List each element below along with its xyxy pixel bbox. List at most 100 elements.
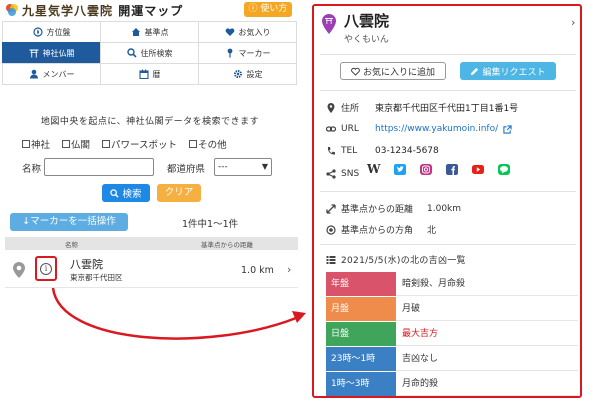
shrine-pin-icon (322, 14, 336, 34)
resize-arrows-icon (326, 203, 336, 214)
row-value: 月命的殺 (396, 372, 578, 396)
phone-icon (327, 147, 335, 155)
search-icon (110, 188, 120, 198)
table-row: 日盤 最大吉方 (326, 322, 578, 347)
row-value: 暗剣殺、月命殺 (396, 272, 578, 296)
category-powerspot-checkbox[interactable]: パワースポット (102, 137, 177, 151)
bulk-marker-button[interactable]: ↓マーカーを一括操作 (10, 213, 128, 231)
facebook-icon[interactable] (446, 164, 459, 175)
clear-button[interactable]: クリア (157, 184, 201, 202)
name-label: 名称 (22, 164, 42, 175)
info-button-highlight[interactable]: i (35, 256, 57, 281)
nav-base-point[interactable]: 基準点 (100, 21, 199, 43)
share-icon (326, 169, 336, 179)
tel-value[interactable]: 03-1234-5678 (375, 146, 439, 156)
direction-icon (326, 224, 336, 235)
row-value: 最大吉方 (396, 322, 578, 346)
nav-shrines-temples[interactable]: 神社仏閣 (2, 42, 101, 64)
nav-label: 暦 (152, 69, 161, 79)
direction-row: 基準点からの方角 北 (326, 223, 436, 236)
twitter-icon[interactable] (394, 164, 407, 175)
line-icon[interactable] (498, 164, 511, 175)
address-row: 住所 東京都千代田区千代田1丁目1番1号 (326, 101, 518, 114)
url-link[interactable]: https://www.yakumoin.info/ (375, 124, 498, 134)
search-icon (126, 48, 137, 58)
distance-row: 基準点からの距離 1.00km (326, 202, 461, 215)
category-shrine-checkbox[interactable]: 神社 (22, 137, 50, 151)
nav-label: 住所検索 (140, 48, 173, 58)
nav-compass[interactable]: 方位盤 (2, 21, 101, 43)
youtube-icon[interactable] (472, 164, 485, 175)
divider (320, 244, 576, 245)
row-key: 23時〜1時 (326, 347, 396, 371)
search-description: 地図中央を起点に、神社仏閣データを検索できます (40, 117, 260, 127)
direction-value: 北 (427, 226, 437, 236)
gear-icon (233, 70, 242, 78)
heart-outline-icon (351, 67, 360, 76)
divider (320, 90, 576, 91)
sns-icons: W (367, 163, 511, 175)
app-logo-icon (6, 4, 18, 16)
map-pin-icon (13, 262, 25, 278)
prefecture-label: 都道府県 (167, 164, 206, 175)
place-reading: やくもいん (344, 35, 389, 45)
result-count: 1件中1〜1件 (182, 219, 239, 230)
compass-icon (32, 27, 43, 37)
heart-icon (225, 28, 234, 36)
calendar-icon (138, 69, 149, 79)
nav-label: 神社仏閣 (42, 48, 75, 58)
app-header: 九星気学八雲院 開運マップ ⓘ 使い方 (0, 0, 300, 20)
table-row: 23時〜1時 吉凶なし (326, 347, 578, 372)
location-icon (327, 102, 335, 113)
nav-address-search[interactable]: 住所検索 (100, 42, 199, 64)
url-row: URL https://www.yakumoin.info/ (326, 124, 512, 134)
nav-settings[interactable]: 設定 (198, 63, 297, 85)
nav-members[interactable]: メンバー (2, 63, 101, 85)
usage-button[interactable]: ⓘ 使い方 (244, 2, 292, 17)
row-key: 1時〜3時 (326, 372, 396, 396)
torii-icon (29, 49, 38, 58)
instagram-icon[interactable] (420, 164, 433, 175)
category-other-checkbox[interactable]: その他 (189, 137, 227, 151)
result-name: 八雲院 (70, 258, 103, 271)
add-favorite-button[interactable]: お気に入りに追加 (340, 62, 446, 80)
pencil-icon (471, 67, 479, 75)
row-key: 日盤 (326, 322, 396, 346)
search-button[interactable]: 検索 (102, 184, 150, 202)
row-value: 吉凶なし (396, 347, 578, 371)
chevron-down-icon: ▼ (261, 162, 268, 171)
info-icon: i (40, 263, 52, 275)
nav-markers[interactable]: マーカー (198, 42, 297, 64)
row-key: 年盤 (326, 272, 396, 296)
tel-row: TEL 03-1234-5678 (326, 146, 439, 156)
external-link-icon[interactable] (503, 124, 512, 134)
name-input[interactable] (44, 158, 154, 176)
table-row: 月盤 月破 (326, 297, 578, 322)
nav-favorites[interactable]: お気入り (198, 21, 297, 43)
nav-calendar[interactable]: 暦 (100, 63, 199, 85)
row-key: 月盤 (326, 297, 396, 321)
result-row[interactable]: i 八雲院 東京都千代田区 1.0 km › (5, 252, 298, 288)
chevron-right-icon[interactable]: › (571, 16, 575, 29)
user-icon (29, 69, 38, 79)
distance-value: 1.00km (427, 203, 462, 214)
fortune-table-title: 2021/5/5(水)の北の吉凶一覧 (326, 253, 466, 266)
place-title: 八雲院 (344, 12, 390, 30)
nav-label: お気入り (238, 27, 271, 37)
chevron-right-icon: › (287, 263, 292, 276)
divider (320, 191, 576, 192)
main-nav: 方位盤 基準点 お気入り 神社仏閣 住所検索 マーカー メンバー 暦 設定 (2, 21, 297, 85)
nav-label: マーカー (238, 48, 271, 58)
wordpress-icon[interactable]: W (367, 163, 380, 175)
divider (320, 54, 576, 55)
detail-panel: 八雲院 やくもいん › お気に入りに追加 編集リクエスト 住所 東京都千代田区千… (312, 4, 582, 398)
edit-request-button[interactable]: 編集リクエスト (460, 62, 556, 80)
list-icon (326, 255, 336, 264)
app-title: 九星気学八雲院 開運マップ (22, 4, 184, 18)
result-address: 東京都千代田区 (70, 273, 123, 282)
address-value: 東京都千代田区千代田1丁目1番1号 (375, 104, 519, 114)
category-temple-checkbox[interactable]: 仏閣 (62, 137, 90, 151)
prefecture-select[interactable]: --- ▼ (214, 158, 272, 176)
nav-label: メンバー (42, 69, 75, 79)
row-value: 月破 (396, 297, 578, 321)
